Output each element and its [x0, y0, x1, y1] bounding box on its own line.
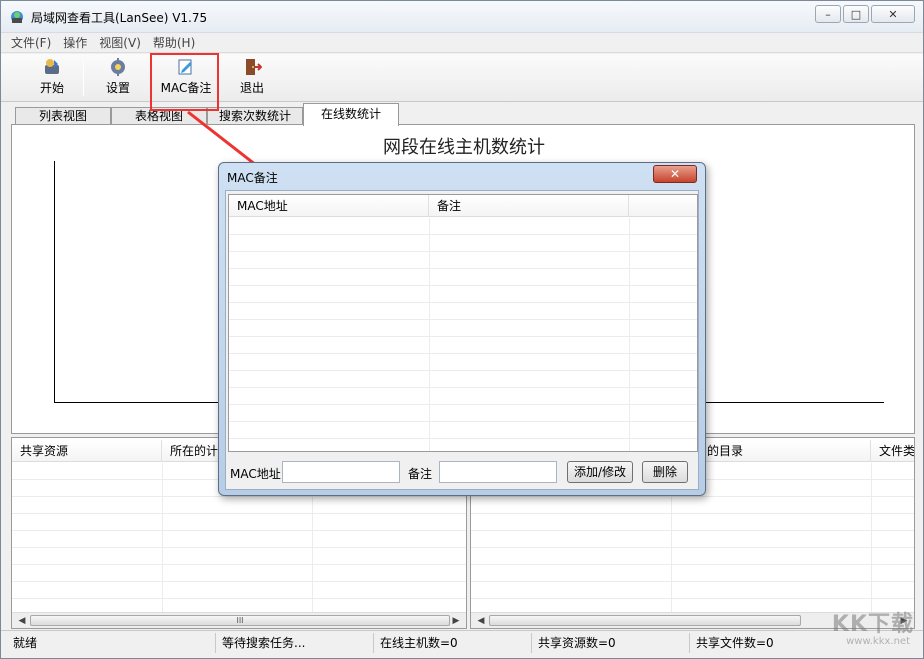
menu-help[interactable]: 帮助(H) [147, 34, 201, 51]
mac-note-label: MAC备注 [160, 81, 212, 95]
scrollbar-thumb[interactable]: III [30, 615, 450, 626]
toolbar-separator [83, 60, 84, 96]
view-tabs: 列表视图 表格视图 搜索次数统计 在线数统计 [1, 103, 923, 126]
menu-operate[interactable]: 操作 [57, 34, 93, 51]
mac-address-label: MAC地址 [230, 467, 281, 481]
note-input[interactable] [439, 461, 557, 483]
list-header: MAC地址 备注 [229, 195, 697, 217]
horizontal-scrollbar[interactable]: ◀ III ▶ [12, 612, 466, 628]
tab-list-view[interactable]: 列表视图 [15, 107, 111, 125]
add-modify-button[interactable]: 添加/修改 [567, 461, 633, 483]
settings-gear-icon [111, 58, 125, 76]
mac-note-dialog: MAC备注 ✕ MAC地址 备注 MAC地址 备注 添加/修改 删除 [218, 162, 706, 496]
tab-search-stats[interactable]: 搜索次数统计 [207, 107, 303, 125]
settings-button[interactable]: 设置 [101, 56, 135, 100]
column-divider [429, 218, 430, 451]
watermark-url: www.kkx.net [846, 636, 910, 647]
mac-address-input[interactable] [282, 461, 400, 483]
title-bar: 局域网查看工具(LanSee) V1.75 – □ ✕ [1, 1, 923, 33]
mac-note-form: MAC地址 备注 添加/修改 删除 [226, 457, 698, 487]
status-share-count: 共享资源数=0 [531, 633, 689, 653]
exit-door-icon [246, 59, 262, 75]
minimize-button[interactable]: – [815, 5, 841, 23]
status-ready: 就绪 [13, 636, 38, 650]
chart-y-axis [54, 161, 55, 403]
exit-button[interactable]: 退出 [235, 56, 269, 100]
menu-file[interactable]: 文件(F) [5, 34, 57, 51]
note-edit-icon [178, 59, 192, 75]
column-header-file-type[interactable]: 文件类 [871, 440, 914, 462]
column-header-empty[interactable] [629, 195, 699, 217]
menu-view[interactable]: 视图(V) [93, 34, 147, 51]
mac-note-button[interactable]: MAC备注 [155, 56, 217, 100]
dialog-body: MAC地址 备注 MAC地址 备注 添加/修改 删除 [225, 190, 699, 490]
menu-bar: 文件(F) 操作 视图(V) 帮助(H) [1, 33, 923, 53]
scroll-right-arrow-icon[interactable]: ▶ [450, 615, 462, 627]
status-online-hosts: 在线主机数=0 [373, 633, 531, 653]
window-controls: – □ ✕ [815, 5, 915, 23]
settings-label: 设置 [105, 81, 130, 95]
status-file-count: 共享文件数=0 [689, 633, 809, 653]
list-rows [229, 218, 697, 451]
column-header-dir-label: 的目录 [707, 444, 744, 458]
status-task: 等待搜索任务... [215, 633, 373, 653]
column-divider [629, 218, 630, 451]
start-label: 开始 [39, 81, 64, 95]
watermark-logo: KK下载 [831, 612, 914, 637]
start-button[interactable]: 开始 [35, 56, 69, 100]
scrollbar-thumb[interactable] [489, 615, 801, 626]
app-icon [11, 11, 23, 23]
column-divider [871, 463, 872, 613]
mac-note-list[interactable]: MAC地址 备注 [228, 194, 698, 452]
window-title: 局域网查看工具(LanSee) V1.75 [31, 11, 208, 25]
column-header-note[interactable]: 备注 [429, 195, 629, 217]
dialog-close-button[interactable]: ✕ [653, 165, 697, 183]
column-header-mac-address[interactable]: MAC地址 [229, 195, 429, 217]
dialog-title: MAC备注 [227, 171, 278, 185]
toolbar: 开始 设置 MAC备注 退出 [1, 54, 923, 102]
scroll-left-arrow-icon[interactable]: ◀ [16, 615, 28, 627]
close-button[interactable]: ✕ [871, 5, 915, 23]
scroll-left-arrow-icon[interactable]: ◀ [475, 615, 487, 627]
start-icon [45, 59, 59, 74]
chart-title: 网段在线主机数统计 [383, 137, 545, 158]
delete-button[interactable]: 删除 [642, 461, 688, 483]
status-bar: 就绪 等待搜索任务... 在线主机数=0 共享资源数=0 共享文件数=0 [1, 630, 923, 658]
column-header-shared-resource[interactable]: 共享资源 [12, 440, 162, 462]
note-label: 备注 [408, 467, 433, 481]
tab-table-view[interactable]: 表格视图 [111, 107, 207, 125]
column-divider [162, 463, 163, 613]
tab-online-stats[interactable]: 在线数统计 [303, 103, 399, 126]
maximize-button[interactable]: □ [843, 5, 869, 23]
exit-label: 退出 [239, 81, 264, 95]
